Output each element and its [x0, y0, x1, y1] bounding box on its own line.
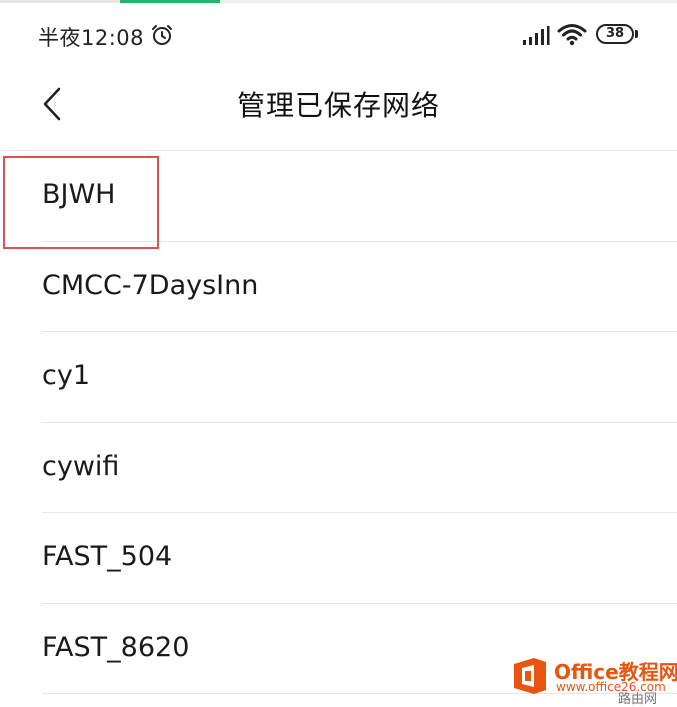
header: 管理已保存网络 — [0, 60, 677, 150]
top-strip — [0, 0, 677, 3]
network-name: cy1 — [42, 360, 91, 391]
wifi-icon — [557, 24, 587, 46]
saved-network-list: BJWH CMCC-7DaysInn cy1 cywifi FAST_504 F… — [0, 151, 677, 694]
network-item-cy1[interactable]: cy1 — [0, 332, 677, 423]
network-item-cmcc-7daysinn[interactable]: CMCC-7DaysInn — [0, 242, 677, 332]
network-item-fast-504[interactable]: FAST_504 — [0, 513, 677, 604]
top-strip-segment — [220, 0, 677, 3]
network-name: CMCC-7DaysInn — [42, 269, 259, 301]
watermark-extra: 路由网 — [618, 692, 658, 707]
office-logo-icon — [514, 658, 546, 694]
network-name: FAST_504 — [42, 541, 173, 572]
network-name: FAST_8620 — [42, 631, 190, 663]
battery-icon: 38 — [596, 24, 634, 44]
network-item-cywifi[interactable]: cywifi — [0, 423, 677, 513]
alarm-icon — [152, 25, 172, 45]
top-strip-segment — [0, 0, 120, 3]
watermark: Office教程网 www.office26.com 路由网 — [510, 654, 677, 707]
status-bar: 半夜12:08 38 — [0, 10, 677, 60]
battery-level: 38 — [605, 26, 625, 41]
signal-icon — [523, 26, 550, 45]
network-name: BJWH — [42, 179, 116, 210]
network-name: cywifi — [42, 450, 120, 482]
network-item-bjwh[interactable]: BJWH — [0, 151, 677, 242]
top-strip-accent — [120, 0, 220, 3]
page-title: 管理已保存网络 — [236, 89, 440, 122]
status-time: 半夜12:08 — [38, 26, 145, 50]
battery-tip — [635, 30, 638, 38]
